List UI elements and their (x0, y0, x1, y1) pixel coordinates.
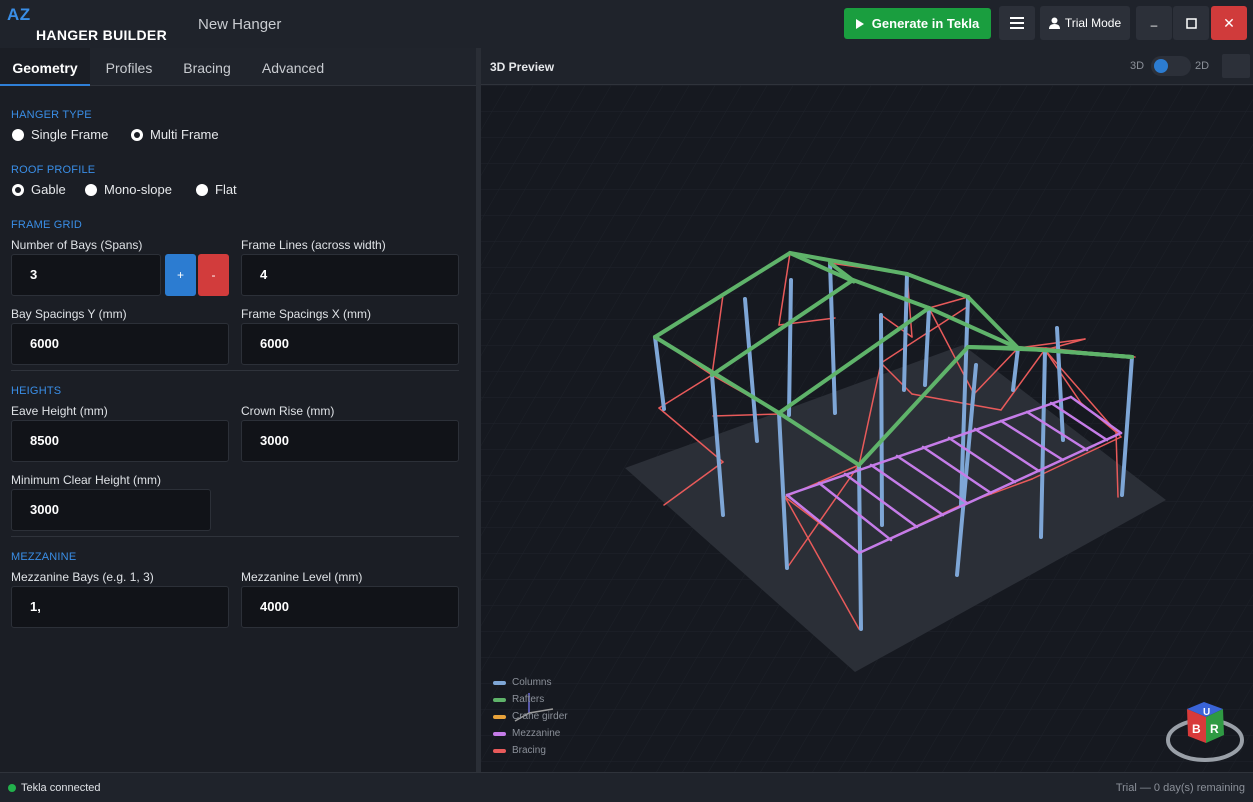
tab-geometry[interactable]: Geometry (0, 48, 90, 86)
toggle-knob (1154, 59, 1168, 73)
toggle-3d-label: 3D (1130, 60, 1145, 72)
play-icon (855, 18, 864, 29)
minimize-icon: – (1150, 18, 1158, 32)
radio-indicator (12, 128, 24, 141)
radio-indicator (131, 128, 143, 141)
connection-status-text: Tekla connected (21, 782, 101, 794)
user-icon (1048, 17, 1060, 29)
preview-header: 3D Preview 3D 2D (481, 48, 1253, 85)
tab-bar: Geometry Profiles Bracing Advanced (0, 48, 476, 86)
frame-lines-input[interactable]: 4 (241, 254, 459, 296)
legend-label: Mezzanine (512, 728, 561, 739)
frame-spacing-input[interactable]: 6000 (241, 323, 459, 365)
mezzanine-level-input[interactable]: 4000 (241, 586, 459, 628)
eave-height-label: Eave Height (mm) (11, 404, 108, 418)
legend-mezzanine: Mezzanine (493, 728, 560, 739)
title-bar: AZ HANGER BUILDER New Hanger Generate in… (0, 0, 1253, 48)
3d-scene: U B R (481, 85, 1253, 772)
tab-profiles[interactable]: Profiles (90, 48, 168, 86)
radio-indicator (196, 183, 208, 196)
radio-label: Flat (215, 182, 237, 197)
legend-rafters: Rafters (493, 694, 544, 705)
maximize-button[interactable] (1173, 6, 1209, 40)
radio-indicator (85, 183, 97, 196)
preview-options-button[interactable] (1222, 54, 1250, 78)
close-icon: ✕ (1223, 14, 1235, 31)
app-name: HANGER BUILDER (36, 27, 167, 43)
settings-panel: Geometry Profiles Bracing Advanced HANGE… (0, 48, 476, 772)
logo-mark: AZ (7, 5, 31, 24)
3d-viewport[interactable]: U B R (481, 85, 1253, 772)
menu-button[interactable] (999, 6, 1035, 40)
divider (11, 370, 459, 371)
crown-rise-label: Crown Rise (mm) (241, 404, 335, 418)
legend-label: Rafters (512, 694, 545, 705)
min-clear-height-label: Minimum Clear Height (mm) (11, 473, 162, 487)
radio-label: Gable (31, 182, 66, 197)
bays-decrement-button[interactable]: - (198, 254, 229, 296)
radio-label: Multi Frame (150, 127, 219, 142)
legend-swatch (493, 714, 506, 719)
generate-label: Generate in Tekla (871, 16, 980, 31)
radio-gable[interactable]: Gable (12, 182, 66, 197)
radio-flat[interactable]: Flat (196, 182, 237, 197)
legend-label: Columns (512, 677, 552, 688)
tab-advanced[interactable]: Advanced (246, 48, 340, 86)
hamburger-icon (1010, 17, 1024, 29)
radio-indicator (12, 183, 24, 196)
tab-bracing[interactable]: Bracing (168, 48, 246, 86)
project-name: New Hanger (198, 16, 282, 33)
trial-mode-button[interactable]: Trial Mode (1040, 6, 1130, 40)
radio-label: Single Frame (31, 127, 109, 142)
bay-spacing-label: Bay Spacings Y (mm) (11, 307, 127, 321)
view-mode-toggle[interactable] (1151, 56, 1191, 76)
bays-input[interactable]: 3 (11, 254, 161, 296)
section-hanger-type: HANGER TYPE (11, 109, 92, 121)
radio-label: Mono-slope (104, 182, 172, 197)
toggle-2d-label: 2D (1195, 60, 1210, 72)
section-frame-grid: FRAME GRID (11, 219, 83, 231)
legend-swatch (493, 680, 506, 685)
close-button[interactable]: ✕ (1211, 6, 1247, 40)
generate-in-tekla-button[interactable]: Generate in Tekla (844, 8, 991, 39)
section-mezzanine: MEZZANINE (11, 551, 77, 563)
frame-lines-label: Frame Lines (across width) (241, 238, 386, 252)
mezzanine-bays-input[interactable]: 1, (11, 586, 229, 628)
preview-title: 3D Preview (490, 60, 555, 74)
divider (11, 536, 459, 537)
min-clear-height-input[interactable]: 3000 (11, 489, 211, 531)
legend-swatch (493, 731, 506, 736)
legend-columns: Columns (493, 677, 551, 688)
view-cube-left-label: B (1192, 722, 1201, 736)
trial-mode-label: Trial Mode (1064, 16, 1122, 30)
app-window: AZ HANGER BUILDER New Hanger Generate in… (0, 0, 1253, 802)
view-cube-top-label: U (1203, 707, 1210, 718)
view-cube-right-label: R (1210, 722, 1219, 736)
trial-status-text: Trial — 0 day(s) remaining (1115, 782, 1245, 794)
bay-spacing-input[interactable]: 6000 (11, 323, 229, 365)
radio-multi-frame[interactable]: Multi Frame (131, 127, 219, 142)
legend-crane-girder: Crane girder (493, 711, 568, 722)
minimize-button[interactable]: – (1136, 6, 1172, 40)
maximize-icon (1185, 17, 1197, 29)
section-heights: HEIGHTS (11, 385, 62, 397)
mezzanine-level-label: Mezzanine Level (mm) (241, 570, 363, 584)
mezzanine-bays-label: Mezzanine Bays (e.g. 1, 3) (11, 570, 154, 584)
section-roof-profile: ROOF PROFILE (11, 164, 96, 176)
bays-increment-button[interactable]: + (165, 254, 196, 296)
radio-mono-slope[interactable]: Mono-slope (85, 182, 172, 197)
legend-label: Crane girder (512, 711, 568, 722)
status-bar: Tekla connected Trial — 0 day(s) remaini… (0, 772, 1253, 802)
legend-swatch (493, 748, 506, 753)
frame-spacing-label: Frame Spacings X (mm) (241, 307, 372, 321)
crown-rise-input[interactable]: 3000 (241, 420, 459, 462)
eave-height-input[interactable]: 8500 (11, 420, 229, 462)
connection-status-icon (8, 784, 16, 792)
legend-swatch (493, 697, 506, 702)
radio-single-frame[interactable]: Single Frame (12, 127, 108, 142)
bays-label: Number of Bays (Spans) (11, 238, 143, 252)
legend-label: Bracing (512, 745, 546, 756)
legend-bracing: Bracing (493, 745, 546, 756)
